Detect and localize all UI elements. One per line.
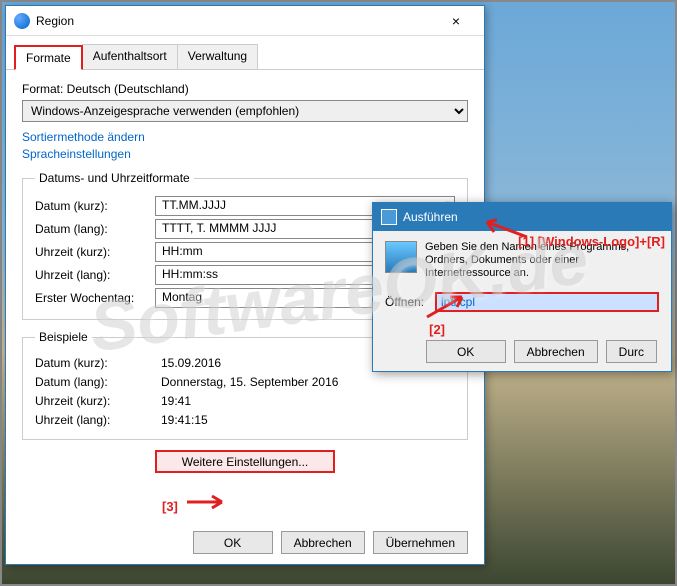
examples-legend: Beispiele	[35, 330, 92, 344]
ex-label: Uhrzeit (kurz):	[35, 394, 155, 408]
field-label: Uhrzeit (lang):	[35, 268, 155, 282]
ok-button[interactable]: OK	[193, 531, 273, 554]
ex-value: 19:41:15	[155, 412, 455, 428]
ex-label: Datum (kurz):	[35, 356, 155, 370]
field-label: Datum (kurz):	[35, 199, 155, 213]
run-ok-button[interactable]: OK	[426, 340, 506, 363]
window-title: Region	[36, 14, 436, 28]
annotation-3: [3]	[162, 499, 178, 514]
arrow-icon	[182, 492, 232, 512]
format-label: Format: Deutsch (Deutschland)	[22, 82, 468, 96]
tab-aufenthaltsort[interactable]: Aufenthaltsort	[82, 44, 178, 69]
tab-formate[interactable]: Formate	[14, 45, 83, 70]
tab-verwaltung[interactable]: Verwaltung	[177, 44, 258, 69]
ex-value: 19:41	[155, 393, 455, 409]
tabs: Formate Aufenthaltsort Verwaltung	[6, 36, 484, 70]
link-sprache[interactable]: Spracheinstellungen	[22, 147, 468, 161]
annotation-2: [2]	[429, 322, 445, 337]
ex-label: Uhrzeit (lang):	[35, 413, 155, 427]
field-label: Uhrzeit (kurz):	[35, 245, 155, 259]
run-browse-button[interactable]: Durc	[606, 340, 657, 363]
field-label: Erster Wochentag:	[35, 291, 155, 305]
globe-icon	[14, 13, 30, 29]
close-icon[interactable]: ×	[436, 13, 476, 29]
titlebar[interactable]: Region ×	[6, 6, 484, 36]
run-title-text: Ausführen	[403, 210, 458, 224]
field-label: Datum (lang):	[35, 222, 155, 236]
link-sortier[interactable]: Sortiermethode ändern	[22, 130, 468, 144]
program-icon	[385, 241, 417, 273]
datetime-formats-legend: Datums- und Uhrzeitformate	[35, 171, 194, 185]
annotation-1: [1] [Windows-Logo]+[R]	[518, 234, 665, 249]
cancel-button[interactable]: Abbrechen	[281, 531, 365, 554]
more-settings-button[interactable]: Weitere Einstellungen...	[155, 450, 335, 473]
format-combo[interactable]: Windows-Anzeigesprache verwenden (empfoh…	[22, 100, 468, 122]
arrow-icon	[422, 292, 472, 322]
apply-button[interactable]: Übernehmen	[373, 531, 468, 554]
ex-value: Donnerstag, 15. September 2016	[155, 374, 455, 390]
ex-label: Datum (lang):	[35, 375, 155, 389]
run-icon	[381, 209, 397, 225]
run-cancel-button[interactable]: Abbrechen	[514, 340, 598, 363]
